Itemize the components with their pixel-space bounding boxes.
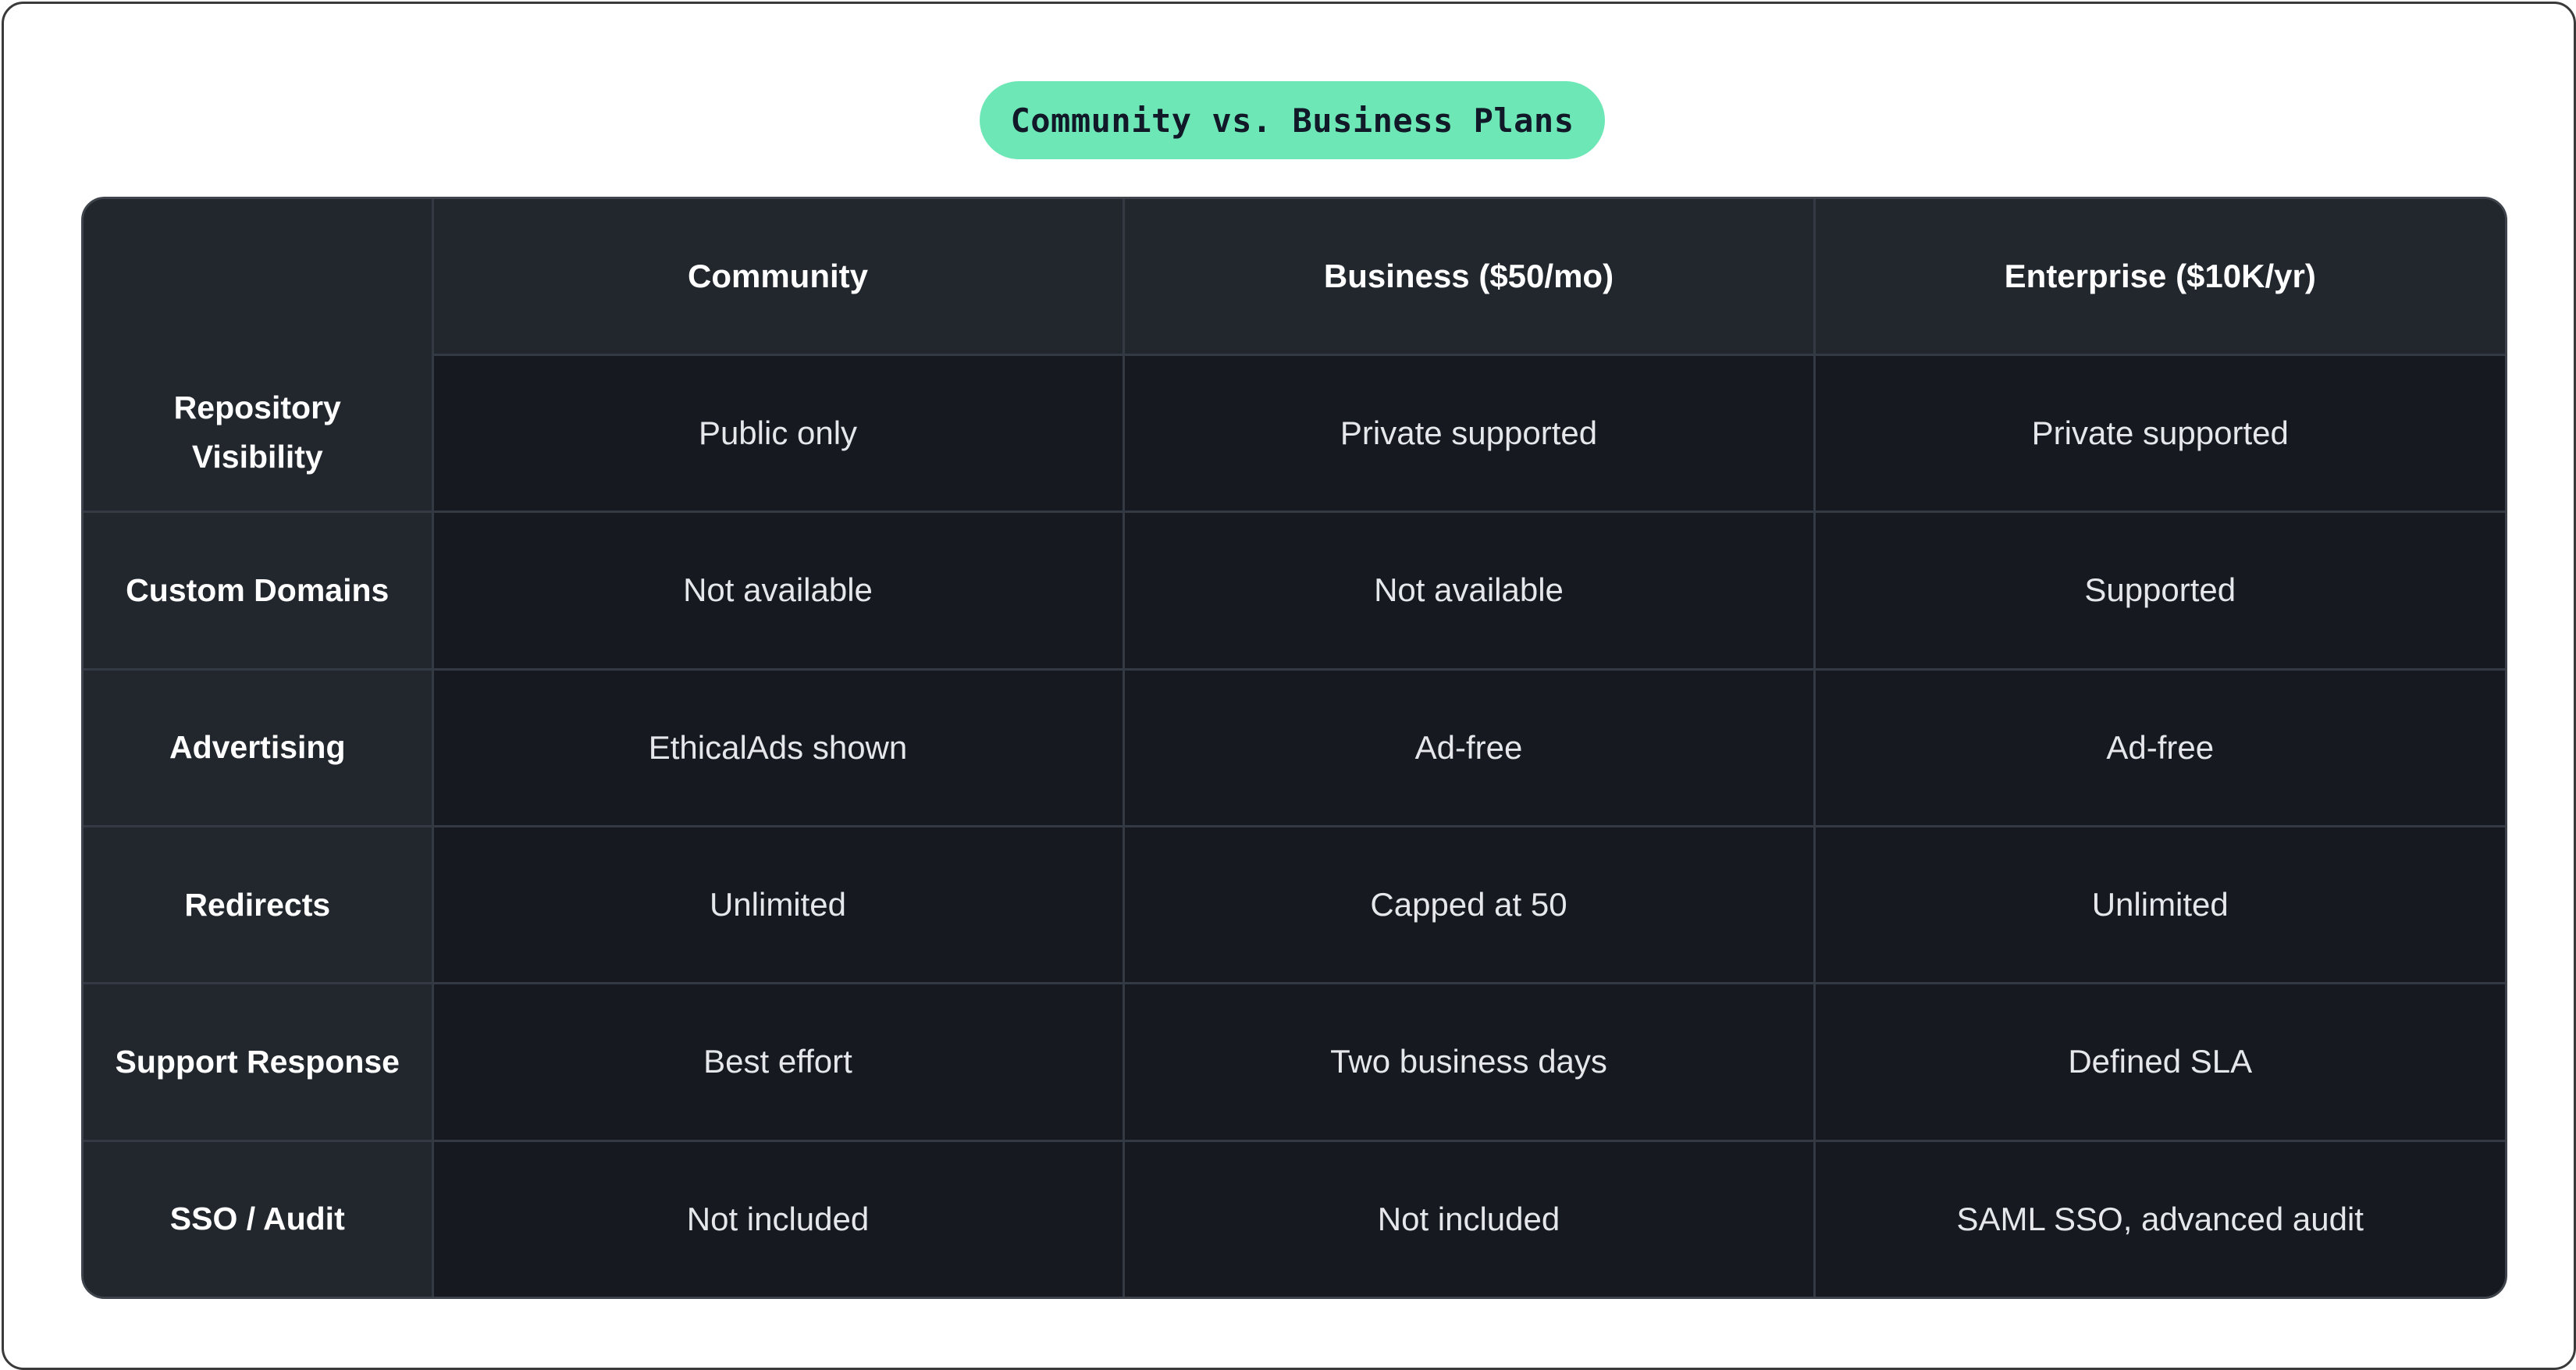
table-cell: Ad-free	[1122, 667, 1816, 827]
column-header-community: Community	[431, 199, 1125, 355]
row-label: SSO / Audit	[84, 1139, 434, 1297]
table-cell: Best effort	[431, 982, 1125, 1142]
comparison-table-container: Community Business ($50/mo) Enterprise (…	[81, 197, 2507, 1299]
table-cell: Defined SLA	[1813, 982, 2505, 1142]
table-row: Advertising EthicalAds shown Ad-free Ad-…	[84, 667, 2505, 827]
column-header-enterprise: Enterprise ($10K/yr)	[1813, 199, 2505, 355]
table-cell: Two business days	[1122, 982, 1816, 1142]
table-cell: Not available	[431, 511, 1125, 671]
table-row: Support Response Best effort Two busines…	[84, 982, 2505, 1142]
table-cell: Private supported	[1122, 353, 1816, 514]
row-label: Support Response	[84, 982, 434, 1142]
header-corner-cell	[84, 199, 434, 355]
table-cell: EthicalAds shown	[431, 667, 1125, 827]
diagram-frame: Community vs. Business Plans Community B…	[2, 2, 2576, 1370]
table-row: Repository Visibility Public only Privat…	[84, 353, 2505, 514]
diagram-title: Community vs. Business Plans	[980, 81, 1605, 159]
table-row: Redirects Unlimited Capped at 50 Unlimit…	[84, 824, 2505, 985]
row-label: Advertising	[84, 667, 434, 827]
header-row: Community Business ($50/mo) Enterprise (…	[84, 199, 2505, 355]
table-cell: Capped at 50	[1122, 824, 1816, 985]
table-cell: Ad-free	[1813, 667, 2505, 827]
table-cell: Unlimited	[431, 824, 1125, 985]
row-label: Redirects	[84, 824, 434, 985]
table-cell: Not available	[1122, 511, 1816, 671]
row-label: Repository Visibility	[84, 354, 434, 514]
table-cell: Not included	[431, 1139, 1125, 1297]
table-row: Custom Domains Not available Not availab…	[84, 511, 2505, 671]
column-header-business: Business ($50/mo)	[1122, 199, 1816, 355]
row-label: Custom Domains	[84, 511, 434, 671]
table-cell: SAML SSO, advanced audit	[1813, 1139, 2505, 1297]
table-cell: Unlimited	[1813, 824, 2505, 985]
plan-comparison-table: Community Business ($50/mo) Enterprise (…	[84, 199, 2505, 1297]
table-cell: Public only	[431, 353, 1125, 514]
table-row: SSO / Audit Not included Not included SA…	[84, 1139, 2505, 1297]
table-cell: Supported	[1813, 511, 2505, 671]
table-cell: Not included	[1122, 1139, 1816, 1297]
table-cell: Private supported	[1813, 353, 2505, 514]
